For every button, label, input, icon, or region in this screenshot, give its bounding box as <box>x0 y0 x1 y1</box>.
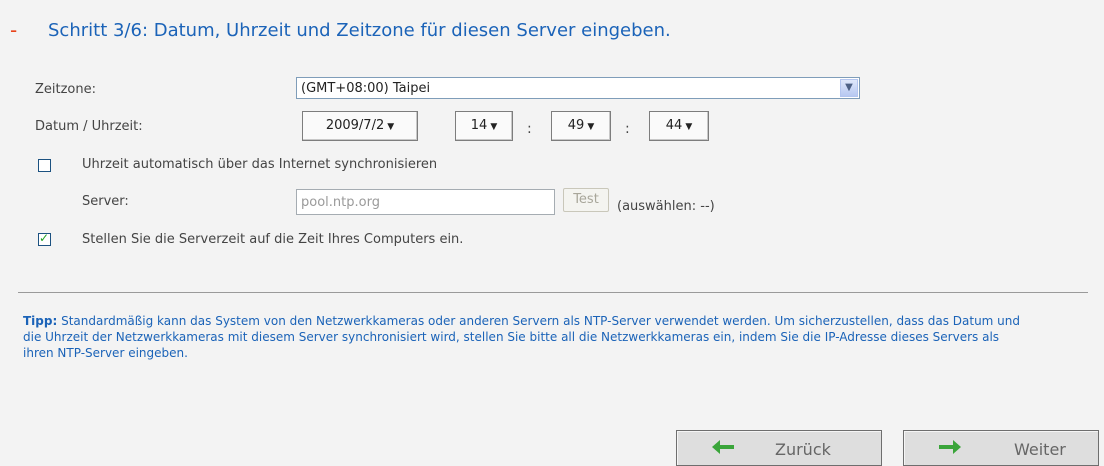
divider <box>18 292 1088 293</box>
caret-down-icon: ▼ <box>587 122 595 132</box>
arrow-right-icon <box>939 440 961 454</box>
tip-text: Tipp: Standardmäßig kann das System von … <box>23 313 1033 361</box>
timezone-select[interactable]: (GMT+08:00) Taipei ▼ <box>296 77 860 99</box>
arrow-left-icon <box>712 440 734 454</box>
test-button[interactable]: Test <box>563 188 609 212</box>
time-separator: : <box>625 121 630 137</box>
next-label: Weiter <box>1014 440 1066 459</box>
sync-computer-label: Stellen Sie die Serverzeit auf die Zeit … <box>82 232 464 247</box>
minute-value: 49 <box>567 118 585 133</box>
next-button[interactable]: Weiter <box>903 430 1099 466</box>
second-dropdown[interactable]: 44 ▼ <box>649 111 709 141</box>
caret-down-icon: ▼ <box>387 122 395 132</box>
second-value: 44 <box>665 118 683 133</box>
sync-computer-checkbox[interactable] <box>38 231 51 246</box>
timezone-value: (GMT+08:00) Taipei <box>301 81 431 96</box>
caret-down-icon: ▼ <box>685 122 693 132</box>
server-select-hint: (auswählen: --) <box>617 199 715 214</box>
date-dropdown[interactable]: 2009/7/2 ▼ <box>302 111 418 141</box>
ntp-sync-checkbox[interactable] <box>38 159 51 172</box>
step-marker: - <box>10 18 18 42</box>
tip-prefix: Tipp: <box>23 314 58 328</box>
hour-dropdown[interactable]: 14 ▼ <box>455 111 513 141</box>
back-label: Zurück <box>775 440 831 459</box>
back-button[interactable]: Zurück <box>676 430 882 466</box>
datetime-label: Datum / Uhrzeit: <box>35 119 143 134</box>
ntp-sync-label: Uhrzeit automatisch über das Internet sy… <box>82 157 438 172</box>
hour-value: 14 <box>470 118 488 133</box>
caret-down-icon: ▼ <box>490 122 498 132</box>
time-separator: : <box>527 121 532 137</box>
minute-dropdown[interactable]: 49 ▼ <box>551 111 611 141</box>
server-label: Server: <box>82 194 129 209</box>
tip-body: Standardmäßig kann das System von den Ne… <box>23 314 1021 360</box>
date-value: 2009/7/2 <box>325 118 385 133</box>
timezone-label: Zeitzone: <box>35 82 97 97</box>
chevron-down-icon[interactable]: ▼ <box>840 79 858 97</box>
page-title: Schritt 3/6: Datum, Uhrzeit und Zeitzone… <box>48 20 671 41</box>
server-input[interactable]: pool.ntp.org <box>296 189 555 215</box>
